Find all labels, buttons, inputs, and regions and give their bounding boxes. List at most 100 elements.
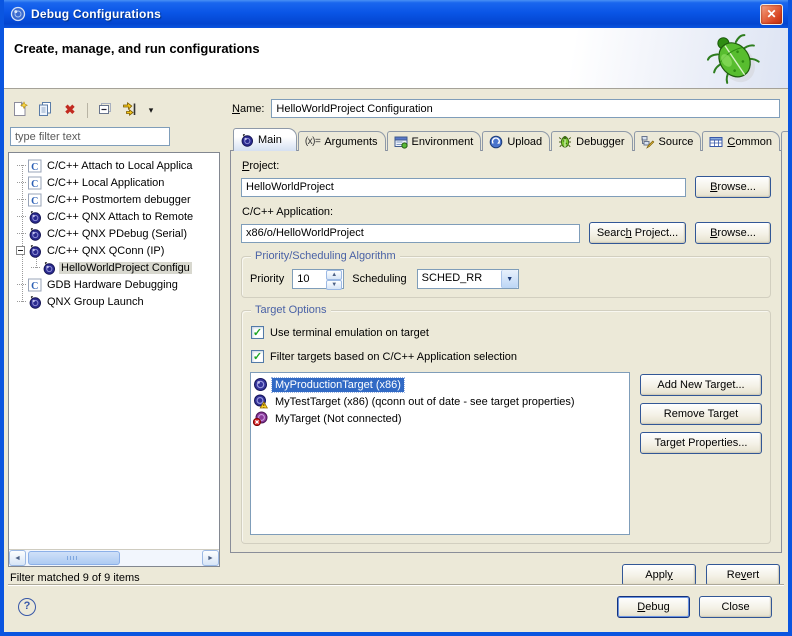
checkbox-checked-icon[interactable]: ✓ [251, 350, 264, 363]
priority-scheduling-group: Priority/Scheduling Algorithm Priority ▲… [241, 256, 771, 298]
name-label: Name: [232, 103, 264, 115]
header-banner: Create, manage, and run configurations [4, 28, 788, 89]
qnx-target-icon [28, 210, 42, 224]
toolbar-menu-button[interactable]: ▾ [145, 100, 157, 120]
target-connected-icon [253, 377, 268, 392]
project-input[interactable] [241, 178, 686, 197]
collapse-expander-icon[interactable] [16, 246, 25, 255]
scrollbar-track[interactable] [26, 550, 202, 566]
page-title: Create, manage, and run configurations [4, 28, 788, 56]
collapse-all-icon [97, 101, 113, 120]
tree-item-gdb-hardware[interactable]: GDB Hardware Debugging [9, 276, 219, 293]
target-row-mytarget[interactable]: MyTarget (Not connected) [253, 410, 627, 427]
spinner-up-icon[interactable]: ▲ [326, 270, 342, 280]
target-row-production[interactable]: MyProductionTarget (x86) [253, 376, 627, 393]
filter-configurations-button[interactable] [120, 100, 140, 120]
spinner-down-icon[interactable]: ▼ [326, 280, 342, 290]
application-label: C/C++ Application: [242, 206, 771, 218]
tree-item-qnx-attach-remote[interactable]: C/C++ QNX Attach to Remote [9, 208, 219, 225]
terminal-emulation-option[interactable]: ✓ Use terminal emulation on target [251, 326, 762, 339]
tab-upload[interactable]: Upload [482, 131, 550, 151]
debugger-bug-icon [558, 135, 572, 149]
debug-button[interactable]: Debug [617, 596, 690, 618]
new-configuration-icon [12, 101, 28, 120]
scroll-left-icon[interactable]: ◄ [9, 550, 26, 566]
target-warning-icon [253, 394, 268, 409]
window-title: Debug Configurations [31, 7, 755, 21]
dialog-footer: ? Debug Close [8, 584, 784, 628]
new-configuration-button[interactable] [10, 100, 30, 120]
debug-configurations-dialog: Debug Configurations ✕ Create, manage, a… [0, 0, 792, 636]
revert-button[interactable]: Revert [706, 564, 780, 586]
c-application-icon [28, 159, 42, 173]
scheduling-label: Scheduling [352, 273, 406, 285]
target-not-connected-icon [253, 411, 268, 426]
tree-item-local-application[interactable]: C/C++ Local Application [9, 174, 219, 191]
combo-arrow-icon[interactable]: ▼ [501, 270, 518, 288]
checkbox-checked-icon[interactable]: ✓ [251, 326, 264, 339]
tab-environment[interactable]: Environment [387, 131, 482, 151]
sidebar-toolbar: ✖ [8, 98, 220, 122]
configurations-tree-panel: C/C++ Attach to Local Applica C/C++ Loca… [8, 152, 220, 567]
horizontal-scrollbar[interactable]: ◄ ► [9, 549, 219, 566]
c-application-icon [28, 176, 42, 190]
scheduling-combo[interactable]: SCHED_RR ▼ [417, 269, 519, 289]
common-icon [709, 135, 723, 149]
sidebar: ✖ [8, 98, 220, 586]
add-new-target-button[interactable]: Add New Target... [640, 374, 762, 396]
close-button[interactable]: ✕ [760, 4, 783, 25]
tree-item-qnx-pdebug[interactable]: C/C++ QNX PDebug (Serial) [9, 225, 219, 242]
application-input[interactable] [241, 224, 580, 243]
tab-common[interactable]: Common [702, 131, 780, 151]
tree-item-postmortem[interactable]: C/C++ Postmortem debugger [9, 191, 219, 208]
application-browse-button[interactable]: Browse... [695, 222, 771, 244]
target-row-test[interactable]: MyTestTarget (x86) (qconn out of date - … [253, 393, 627, 410]
app-icon [10, 6, 26, 22]
apply-button[interactable]: Apply [622, 564, 696, 586]
environment-icon [394, 135, 408, 149]
target-list: MyProductionTarget (x86) [250, 372, 630, 535]
qnx-target-icon [42, 261, 56, 275]
collapse-all-button[interactable] [95, 100, 115, 120]
delete-icon: ✖ [65, 102, 76, 118]
tab-debugger[interactable]: Debugger [551, 131, 632, 151]
c-application-icon [28, 193, 42, 207]
help-button[interactable]: ? [18, 598, 36, 616]
scroll-right-icon[interactable]: ► [202, 550, 219, 566]
priority-group-title: Priority/Scheduling Algorithm [251, 250, 400, 262]
duplicate-configuration-button[interactable] [35, 100, 55, 120]
priority-input[interactable] [293, 270, 326, 288]
tree-item-helloworld-config[interactable]: HelloWorldProject Configu [9, 259, 219, 276]
target-options-group: Target Options ✓ Use terminal emulation … [241, 310, 771, 544]
project-browse-button[interactable]: Browse... [695, 176, 771, 198]
tree-item-qnx-group-launch[interactable]: QNX Group Launch [9, 293, 219, 310]
tree-item-qnx-qconn[interactable]: C/C++ QNX QConn (IP) [9, 242, 219, 259]
toolbar-separator [87, 103, 88, 118]
scrollbar-thumb[interactable] [28, 551, 120, 565]
remove-target-button[interactable]: Remove Target [640, 403, 762, 425]
tab-tools[interactable]: Tools [781, 131, 792, 151]
tab-source[interactable]: Source [634, 131, 702, 151]
main-tab-icon [240, 133, 254, 147]
qnx-target-icon [28, 295, 42, 309]
target-group-title: Target Options [251, 304, 331, 316]
tab-bar: Main (x)= Arguments Enviro [230, 127, 782, 151]
filter-targets-option[interactable]: ✓ Filter targets based on C/C++ Applicat… [251, 350, 762, 363]
title-bar[interactable]: Debug Configurations ✕ [4, 0, 788, 28]
tab-arguments[interactable]: (x)= Arguments [298, 131, 386, 151]
priority-label: Priority [250, 273, 284, 285]
tree-item-attach-local[interactable]: C/C++ Attach to Local Applica [9, 157, 219, 174]
name-input[interactable] [271, 99, 780, 118]
tab-main[interactable]: Main [233, 128, 297, 151]
search-project-button[interactable]: Search Project... [589, 222, 686, 244]
close-icon: ✕ [766, 7, 776, 21]
debug-bug-icon [694, 28, 772, 91]
qnx-target-icon [28, 244, 42, 258]
terminal-emulation-label: Use terminal emulation on target [270, 327, 429, 339]
target-buttons: Add New Target... Remove Target Target P… [640, 372, 762, 535]
close-dialog-button[interactable]: Close [699, 596, 772, 618]
filter-input[interactable] [10, 127, 170, 146]
qnx-target-icon [28, 227, 42, 241]
target-properties-button[interactable]: Target Properties... [640, 432, 762, 454]
delete-configuration-button[interactable]: ✖ [60, 100, 80, 120]
